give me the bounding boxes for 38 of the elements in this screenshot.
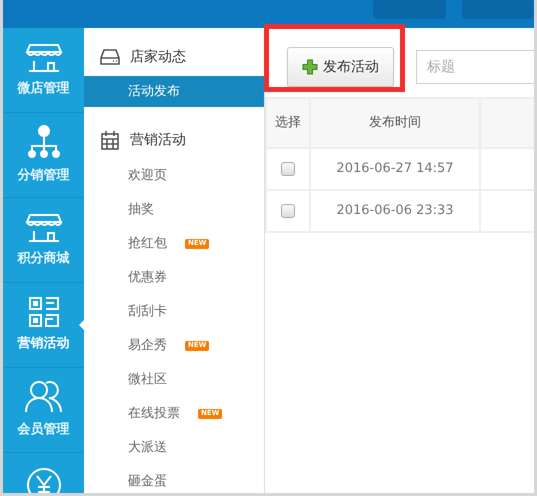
- menu-item-label: 大派送: [128, 439, 167, 458]
- calendar-icon: [100, 130, 120, 150]
- publish-button[interactable]: 发布活动: [287, 47, 394, 87]
- menu-item[interactable]: 欢迎页: [84, 159, 264, 193]
- menu-item[interactable]: 优惠券: [84, 261, 264, 295]
- menu-item-label: 易企秀: [128, 337, 167, 356]
- menu-item-label: 优惠券: [128, 269, 167, 288]
- section-title: 营销活动: [130, 130, 186, 150]
- nav-tile[interactable]: 营销活动: [3, 283, 84, 368]
- menu-item-label: 欢迎页: [128, 167, 167, 186]
- menu-item-label: 抽奖: [128, 201, 154, 220]
- yen-icon: [26, 467, 62, 493]
- row-checkbox[interactable]: [281, 162, 295, 176]
- column-header: 发布时间: [310, 98, 480, 148]
- table-cell: 2016-06-27 14:57: [310, 148, 480, 190]
- search-field[interactable]: 标题: [416, 50, 534, 84]
- row-checkbox[interactable]: [281, 204, 295, 218]
- drive-icon: [100, 49, 120, 65]
- menu-item[interactable]: 砸金蛋: [84, 465, 264, 493]
- store-icon: [24, 41, 62, 74]
- menu-item-label: 活动发布: [128, 82, 180, 101]
- menu-item-label: 微社区: [128, 371, 167, 390]
- menu-item[interactable]: 活动发布: [84, 76, 264, 107]
- menu-item-label: 抢红包: [128, 235, 167, 254]
- qr-code-icon: [28, 296, 60, 328]
- plus-icon: [302, 59, 318, 75]
- menu-item-label: 在线投票: [128, 405, 180, 424]
- column-header: 选择: [266, 98, 310, 148]
- menu-item-label: 刮刮卡: [128, 303, 167, 322]
- section-title: 店家动态: [130, 48, 186, 66]
- menu-item-label: 砸金蛋: [128, 473, 167, 492]
- menu-item[interactable]: 抽奖: [84, 193, 264, 227]
- menu-item[interactable]: 微社区: [84, 363, 264, 397]
- users-icon: [24, 380, 64, 414]
- menu-item[interactable]: 刮刮卡: [84, 295, 264, 329]
- store-icon: [24, 211, 62, 244]
- table-cell: 2016-06-06 23:33: [310, 190, 480, 232]
- menu-item[interactable]: 大派送: [84, 431, 264, 465]
